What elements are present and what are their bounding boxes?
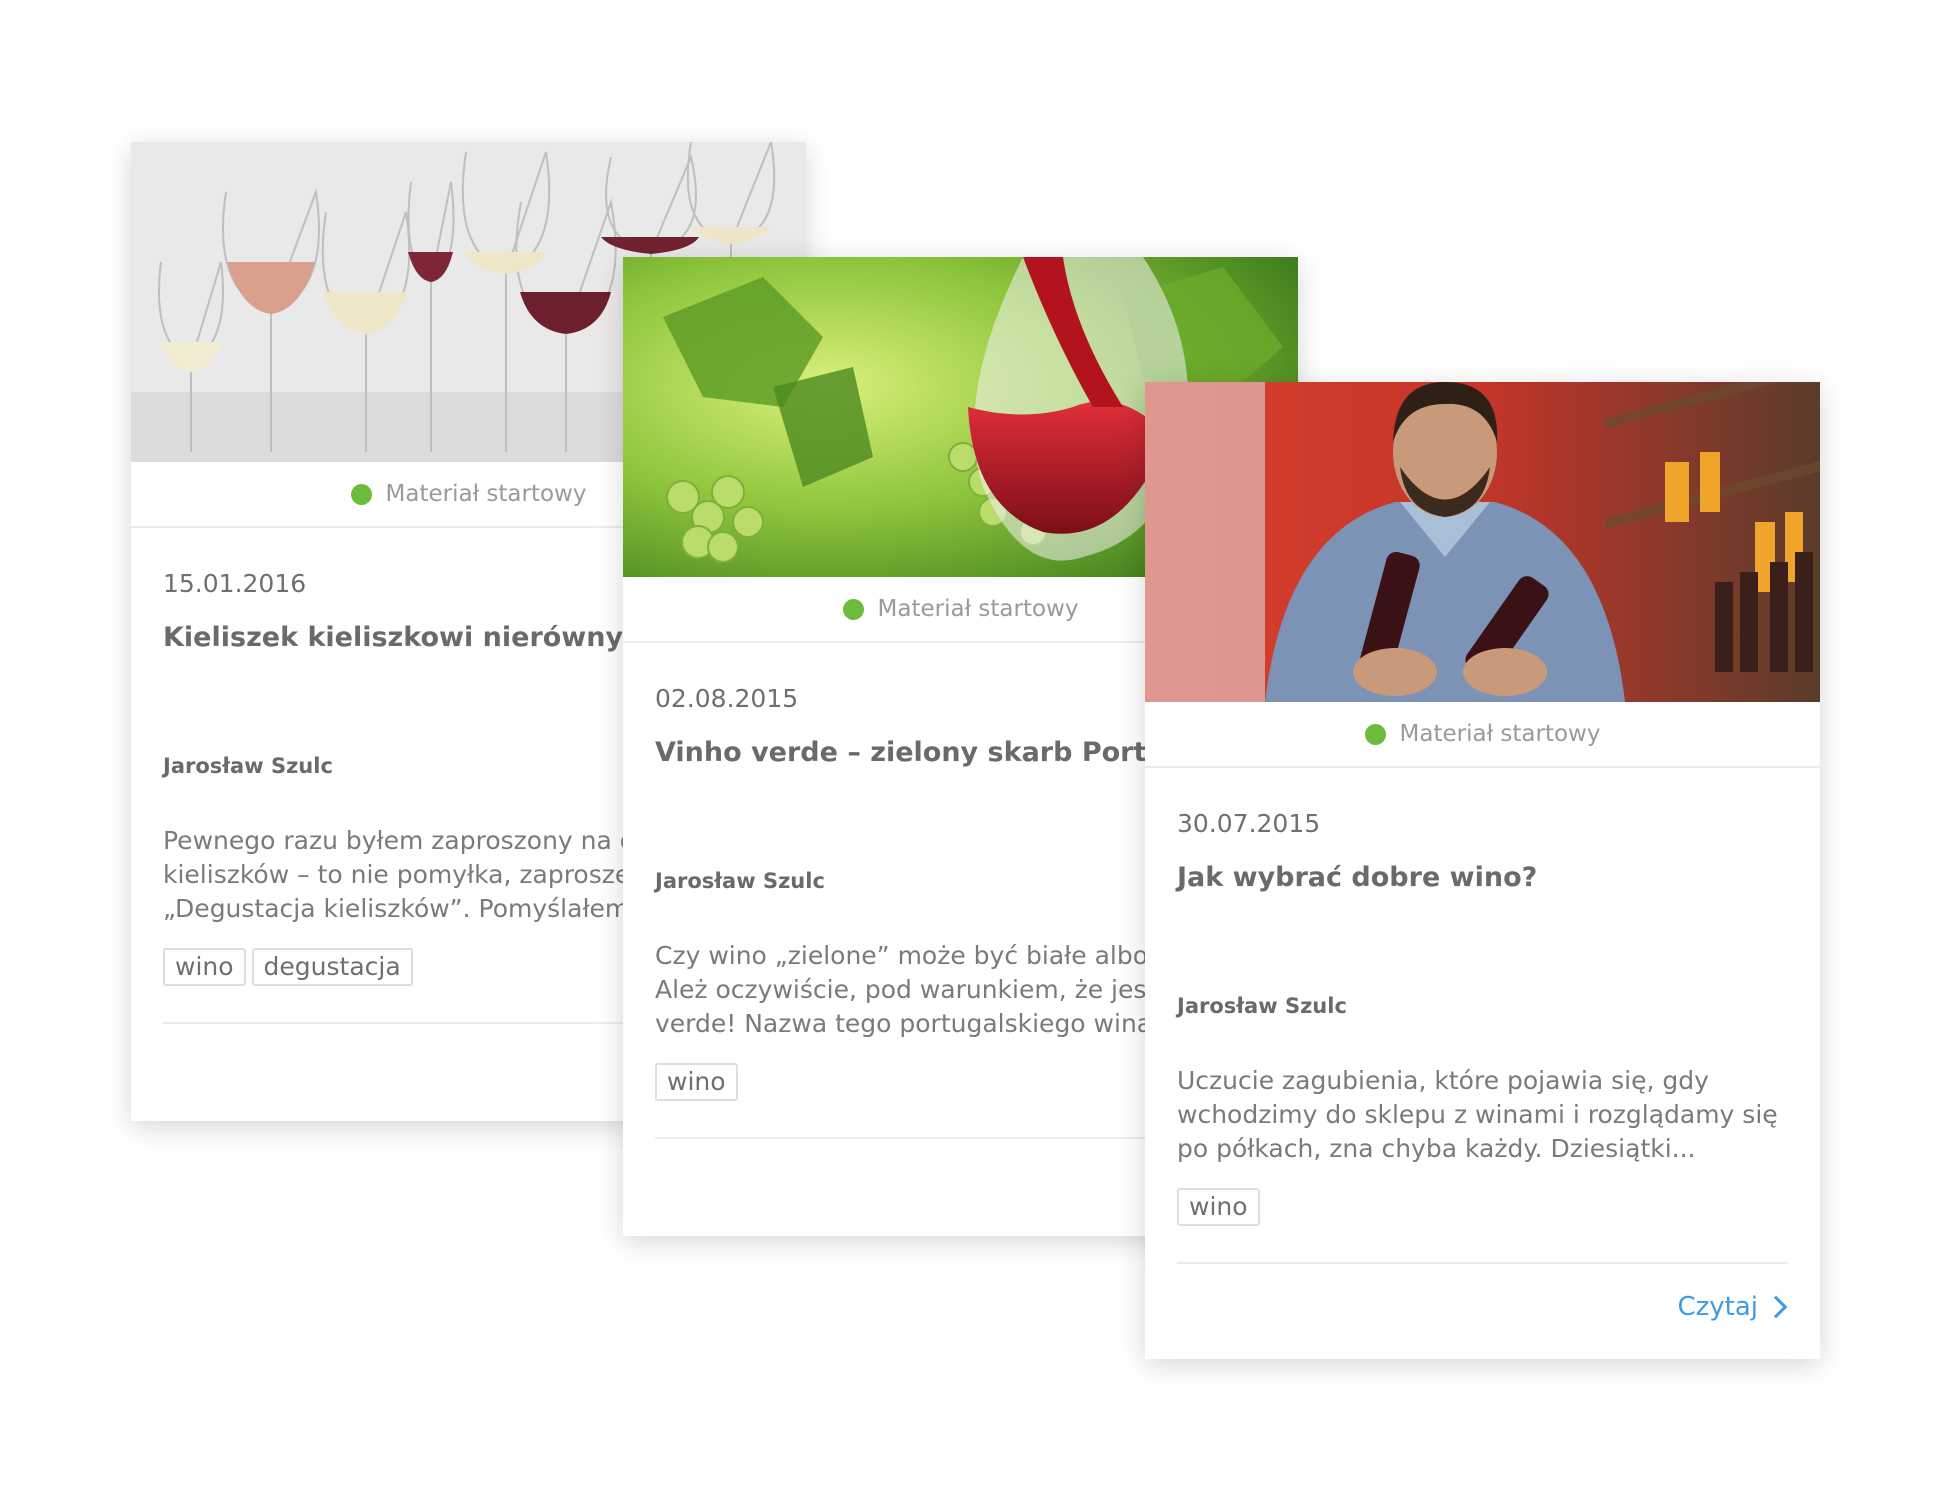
man-choosing-wine-image — [1145, 382, 1820, 702]
tag-list: wino — [1177, 1188, 1788, 1226]
status-dot-icon — [1364, 723, 1386, 745]
card-footer: Czytaj — [1177, 1264, 1788, 1350]
article-card[interactable]: Materiał startowy 30.07.2015 Jak wybrać … — [1145, 382, 1820, 1359]
chevron-right-icon — [1764, 1295, 1788, 1319]
status-label: Materiał startowy — [385, 481, 587, 507]
tag[interactable]: degustacja — [251, 948, 413, 986]
tag[interactable]: wino — [1177, 1188, 1260, 1226]
status-row: Materiał startowy — [1145, 702, 1820, 768]
article-date: 30.07.2015 — [1177, 809, 1321, 838]
tag[interactable]: wino — [163, 948, 246, 986]
read-more-link[interactable]: Czytaj — [1677, 1292, 1788, 1322]
excerpt-line: po półkach, zna chyba każdy. Dziesiątki.… — [1177, 1134, 1696, 1163]
status-dot-icon — [842, 598, 864, 620]
article-title[interactable]: Jak wybrać dobre wino? — [1177, 860, 1788, 896]
excerpt-line: wchodzimy do sklepu z winami i rozglądam… — [1177, 1100, 1778, 1129]
article-author: Jarosław Szulc — [1177, 994, 1347, 1018]
status-label: Materiał startowy — [877, 596, 1079, 622]
excerpt-line: Uczucie zagubienia, które pojawia się, g… — [1177, 1066, 1709, 1095]
article-excerpt: Uczucie zagubienia, które pojawia się, g… — [1177, 1064, 1788, 1166]
article-image — [1145, 382, 1820, 702]
status-label: Materiał startowy — [1399, 721, 1601, 747]
tag[interactable]: wino — [655, 1063, 738, 1101]
status-dot-icon — [350, 483, 372, 505]
read-more-label: Czytaj — [1677, 1292, 1758, 1322]
